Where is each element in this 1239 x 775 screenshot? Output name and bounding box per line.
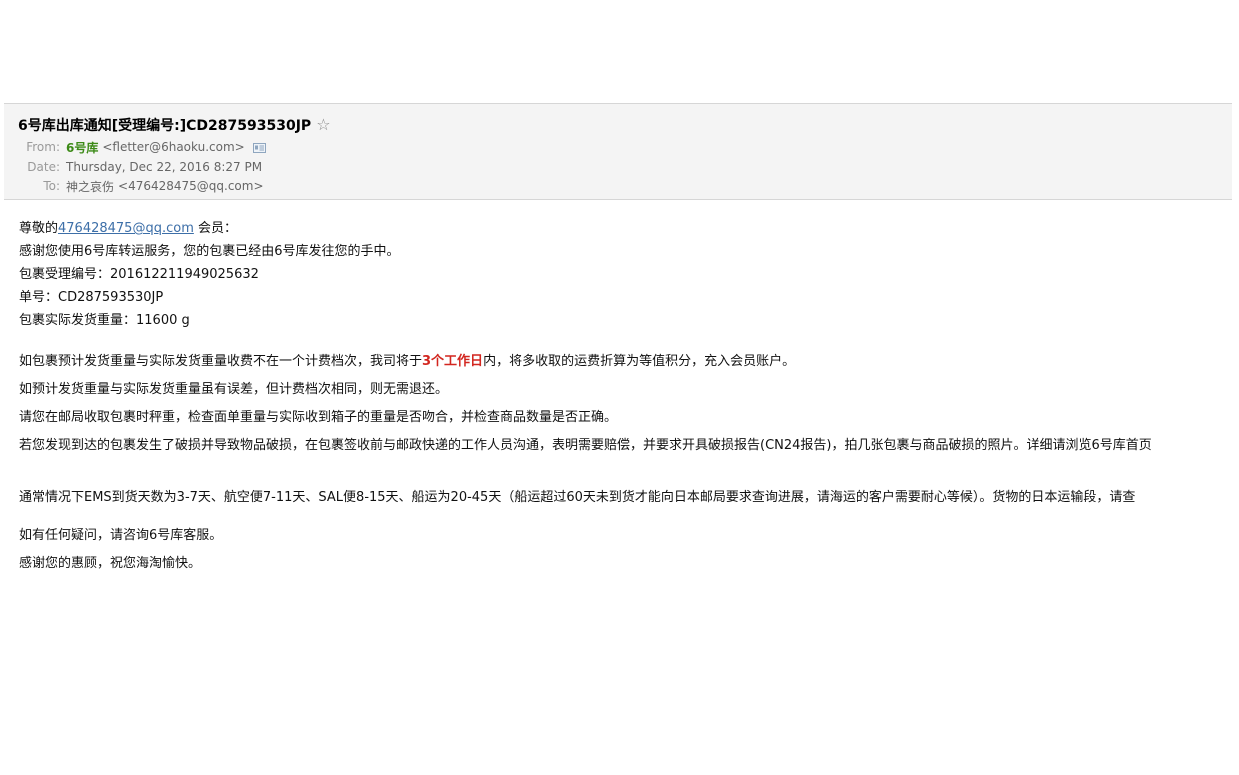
refund-highlight: 3个工作日 (422, 354, 484, 369)
damage-line: 若您发现到达的包裹发生了破损并导致物品破损，在包裹签收前与邮政快递的工作人员沟通… (19, 438, 1152, 453)
recipient-name[interactable]: 神之哀伤 (66, 178, 114, 195)
email-body: 尊敬的476428475@qq.com 会员： 感谢您使用6号库转运服务，您的包… (19, 217, 1232, 578)
recipient-email[interactable]: <476428475@qq.com> (118, 179, 264, 193)
email-header: 6号库出库通知[受理编号:]CD287593530JP ☆ From: 6号库 … (4, 103, 1232, 200)
greeting-line: 尊敬的476428475@qq.com 会员： (19, 217, 1232, 240)
greeting-suffix: 会员： (193, 221, 237, 236)
to-label: To: (43, 179, 60, 193)
check-package-line: 请您在邮局收取包裹时秤重，检查面单重量与实际收到箱子的重量是否吻合，并检查商品数… (19, 410, 618, 425)
receipt-number-line: 包裹受理编号：201612211949025632 (19, 267, 259, 282)
star-icon[interactable]: ☆ (316, 117, 330, 133)
sender-email[interactable]: <fletter@6haoku.com> (102, 140, 244, 154)
delivery-time-line: 通常情况下EMS到货天数为3-7天、航空便7-11天、SAL便8-15天、船运为… (19, 490, 1136, 505)
date-label: Date: (27, 160, 60, 174)
member-email-link[interactable]: 476428475@qq.com (58, 221, 194, 236)
questions-line: 如有任何疑问，请咨询6号库客服。 (19, 528, 223, 543)
to-row: To: 神之哀伤 <476428475@qq.com> (4, 178, 264, 195)
from-row: From: 6号库 <fletter@6haoku.com> (4, 139, 266, 155)
tracking-number-line: 单号：CD287593530JP (19, 290, 164, 305)
greeting-prefix: 尊敬的 (19, 221, 59, 236)
closing-line: 感谢您的惠顾，祝您海淘愉快。 (19, 556, 202, 571)
date-value: Thursday, Dec 22, 2016 8:27 PM (66, 160, 263, 174)
email-subject: 6号库出库通知[受理编号:]CD287593530JP (18, 118, 312, 134)
subject-row: 6号库出库通知[受理编号:]CD287593530JP ☆ (18, 115, 331, 135)
thanks-line: 感谢您使用6号库转运服务，您的包裹已经由6号库发往您的手中。 (19, 244, 400, 259)
sender-name[interactable]: 6号库 (66, 139, 98, 156)
refund-prefix: 如包裹预计发货重量与实际发货重量收费不在一个计费档次，我司将于 (19, 354, 423, 369)
from-label: From: (26, 140, 60, 154)
contact-card-icon[interactable] (252, 142, 266, 153)
refund-suffix: 内，将多收取的运费折算为等值积分，充入会员账户。 (483, 354, 796, 369)
refund-policy-line: 如包裹预计发货重量与实际发货重量收费不在一个计费档次，我司将于3个工作日内，将多… (19, 348, 1232, 376)
date-row: Date: Thursday, Dec 22, 2016 8:27 PM (4, 159, 262, 175)
same-tier-line: 如预计发货重量与实际发货重量虽有误差，但计费档次相同，则无需退还。 (19, 382, 449, 397)
weight-line: 包裹实际发货重量：11600 g (19, 313, 190, 328)
